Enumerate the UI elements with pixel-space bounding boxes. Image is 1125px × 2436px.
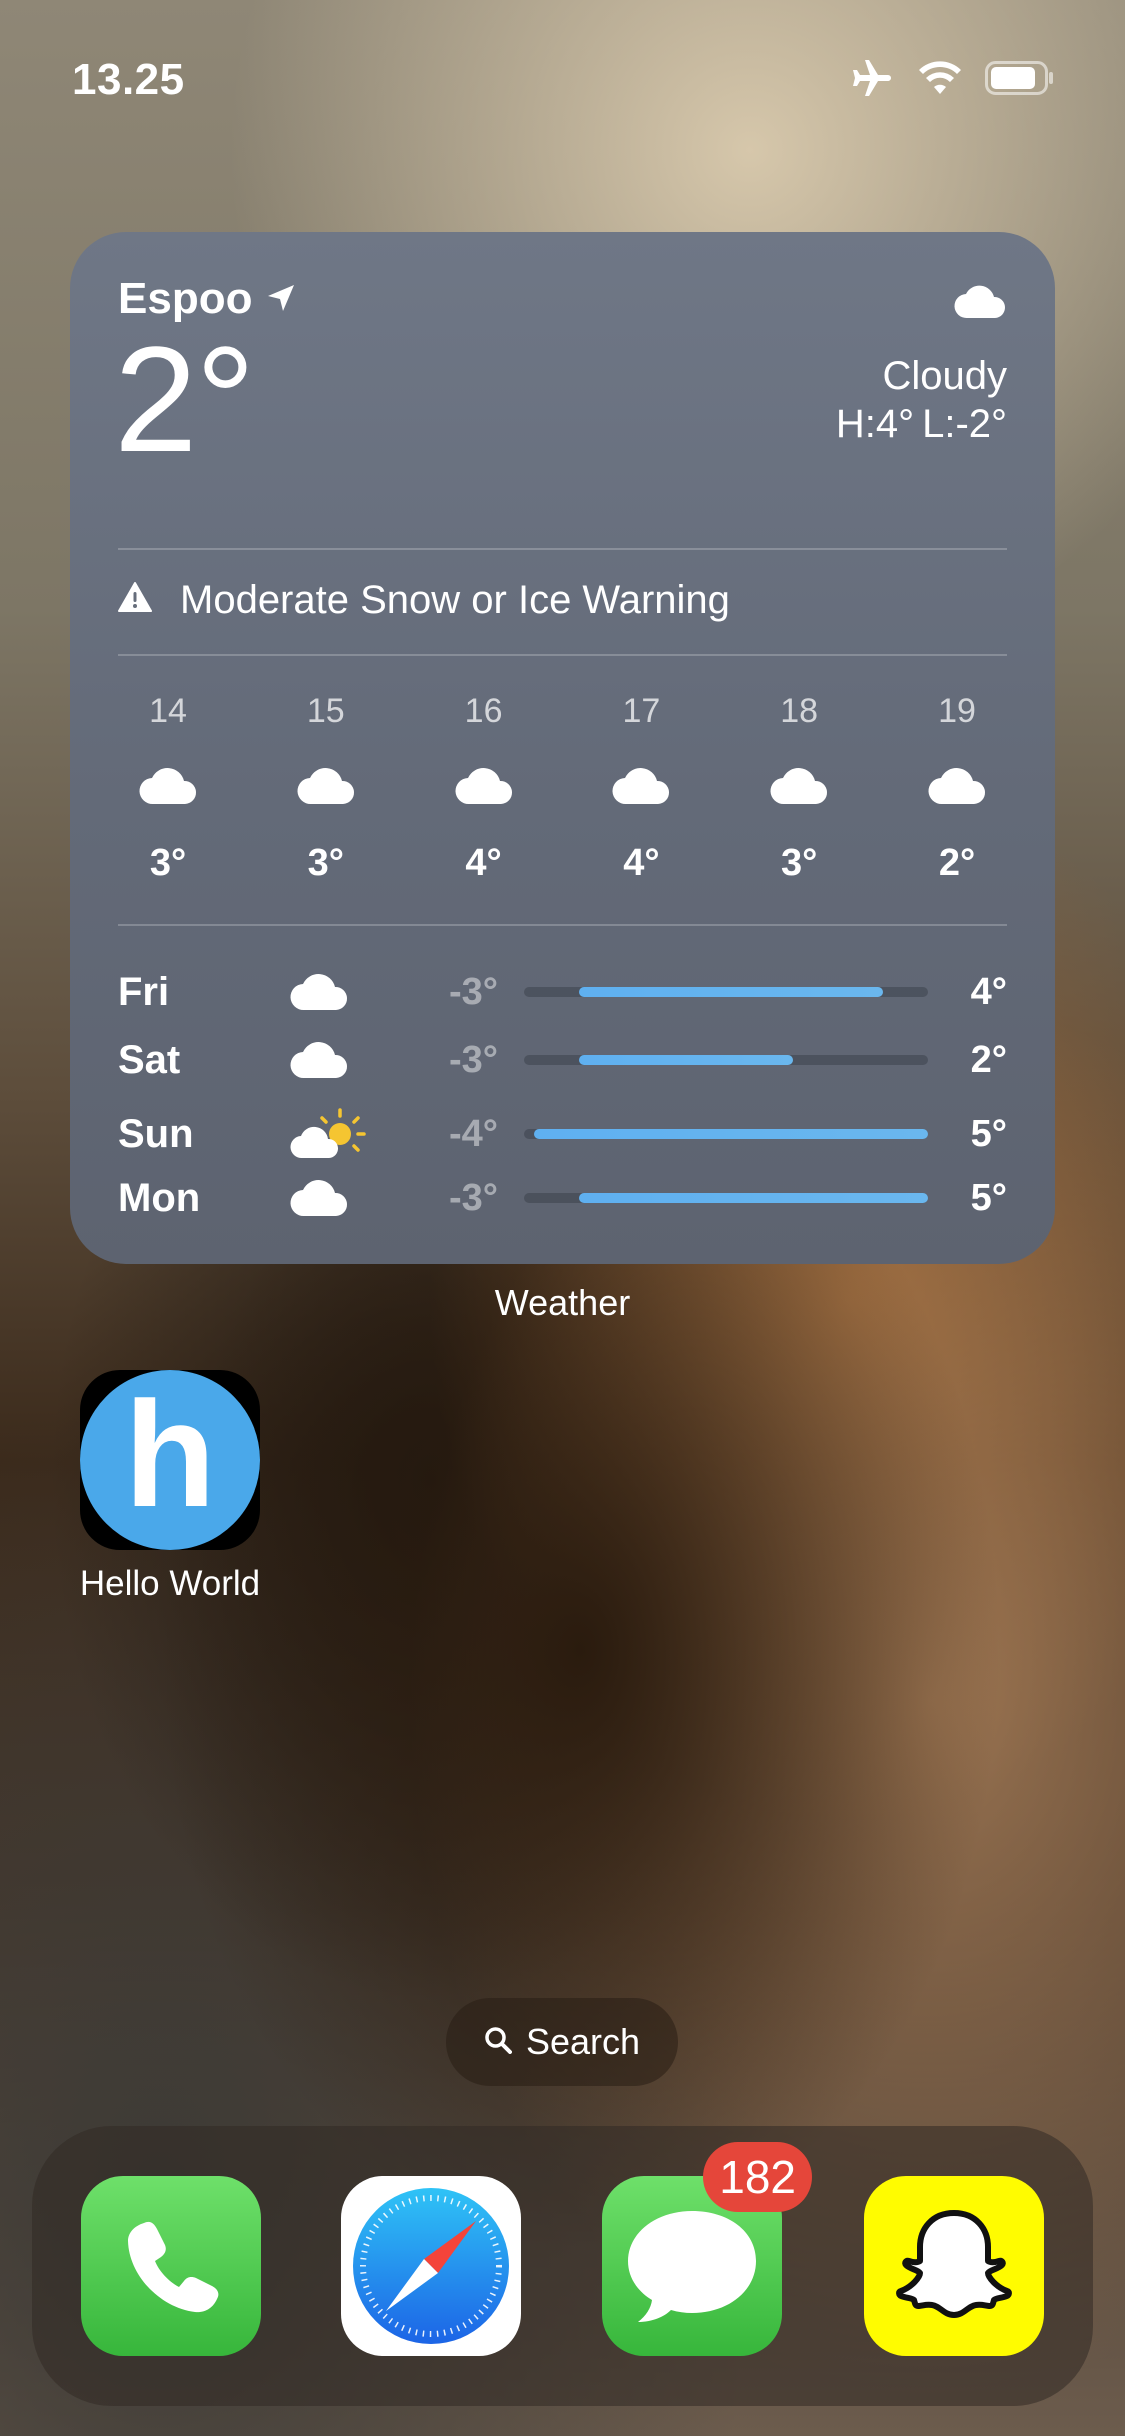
cloud-icon xyxy=(453,766,515,818)
phone-icon xyxy=(81,2176,261,2356)
weather-warning[interactable]: Moderate Snow or Ice Warning xyxy=(118,578,730,623)
hour-label: 16 xyxy=(464,692,503,730)
cloud-icon xyxy=(288,972,408,1012)
cloud-icon xyxy=(953,284,1007,325)
temp-range-bar xyxy=(578,1193,928,1203)
cloud-icon xyxy=(288,1040,408,1080)
day-high: 5° xyxy=(970,1176,1007,1219)
temp-range-track xyxy=(524,987,928,997)
day-low: -3° xyxy=(449,1176,498,1219)
temp-range-track xyxy=(524,1193,928,1203)
daily-row: Sat -3° 2° xyxy=(118,1030,1007,1090)
hour-label: 19 xyxy=(938,692,976,730)
hour-label: 17 xyxy=(622,692,661,730)
hello-world-logo: h xyxy=(80,1370,260,1550)
warning-text: Moderate Snow or Ice Warning xyxy=(180,578,730,622)
cloud-icon xyxy=(610,766,672,818)
cloud-icon xyxy=(768,766,830,818)
temp-range-bar xyxy=(578,1055,794,1065)
day-low: -3° xyxy=(449,1038,498,1081)
day-low: -4° xyxy=(449,1112,498,1155)
hourly-forecast: 14 3° 15 3° 16 4° 17 4° 18 3° 19 2° xyxy=(118,692,1007,885)
hourly-item: 18 3° xyxy=(749,692,849,885)
hour-temp: 3° xyxy=(149,842,187,884)
location-arrow-icon xyxy=(266,274,296,324)
current-condition: Cloudy xyxy=(882,354,1007,398)
dock-app-snapchat[interactable] xyxy=(864,2176,1044,2356)
hello-world-app-icon: h xyxy=(80,1370,260,1550)
day-high: 4° xyxy=(970,970,1007,1013)
status-time: 13.25 xyxy=(72,55,185,104)
wifi-icon xyxy=(917,60,963,96)
app-label: Hello World xyxy=(79,1564,261,1603)
divider xyxy=(118,548,1007,550)
daily-row: Mon -3° 5° xyxy=(118,1168,1007,1228)
hour-temp: 4° xyxy=(465,842,502,884)
temp-range-track xyxy=(524,1129,928,1139)
hourly-item: 14 3° xyxy=(118,692,218,885)
hour-label: 15 xyxy=(306,692,345,730)
hour-temp: 2° xyxy=(938,842,976,884)
search-label: Search xyxy=(525,2021,641,2062)
day-name: Fri xyxy=(118,969,170,1014)
ghost-icon xyxy=(864,2176,1044,2356)
day-low: -3° xyxy=(449,970,498,1013)
current-temperature: 2° xyxy=(114,315,255,483)
dock-app-messages[interactable]: 182 xyxy=(602,2142,812,2356)
hourly-item: 17 4° xyxy=(591,692,691,885)
hour-label: 18 xyxy=(780,692,819,730)
daily-row: Sun -4° 5° xyxy=(118,1104,1007,1164)
airplane-icon xyxy=(851,58,895,98)
hourly-item: 19 2° xyxy=(907,692,1007,885)
partly-sunny-icon xyxy=(288,1106,408,1162)
divider xyxy=(118,654,1007,656)
notification-badge: 182 xyxy=(703,2142,812,2212)
day-name: Sat xyxy=(118,1037,181,1082)
battery-icon xyxy=(985,61,1055,95)
cloud-icon xyxy=(295,766,357,818)
divider xyxy=(118,924,1007,926)
dock-app-safari[interactable] xyxy=(341,2176,521,2356)
temp-range-track xyxy=(524,1055,928,1065)
cloud-icon xyxy=(137,766,199,818)
cloud-icon xyxy=(926,766,988,818)
hello-world-app[interactable]: h Hello World xyxy=(70,1370,270,1604)
low-temp: L:-2° xyxy=(922,402,1007,446)
hour-label: 14 xyxy=(149,692,187,730)
day-high: 5° xyxy=(970,1112,1007,1155)
hourly-item: 15 3° xyxy=(276,692,376,885)
status-icons xyxy=(851,58,1055,98)
weather-widget[interactable]: Espoo 2° Cloudy H:4° L:-2° Moderate Snow … xyxy=(70,232,1055,1264)
day-name: Mon xyxy=(118,1175,201,1220)
day-name: Sun xyxy=(118,1111,194,1156)
compass-icon xyxy=(341,2176,521,2356)
hour-temp: 3° xyxy=(781,842,818,884)
hourly-item: 16 4° xyxy=(434,692,534,885)
search-button[interactable]: Search xyxy=(446,1998,678,2086)
search-icon xyxy=(484,2021,512,2063)
high-temp: H:4° xyxy=(835,402,915,446)
hour-temp: 3° xyxy=(307,842,344,884)
high-low: H:4° L:-2° xyxy=(828,402,1007,447)
warning-icon xyxy=(118,578,152,623)
temp-range-bar xyxy=(534,1129,928,1139)
dock-app-phone[interactable] xyxy=(81,2176,261,2356)
temp-range-bar xyxy=(578,987,884,997)
cloud-icon xyxy=(288,1178,408,1218)
day-high: 2° xyxy=(970,1038,1007,1081)
daily-row: Fri -3° 4° xyxy=(118,962,1007,1022)
widget-caption: Weather xyxy=(494,1282,631,1323)
hour-temp: 4° xyxy=(623,842,660,884)
